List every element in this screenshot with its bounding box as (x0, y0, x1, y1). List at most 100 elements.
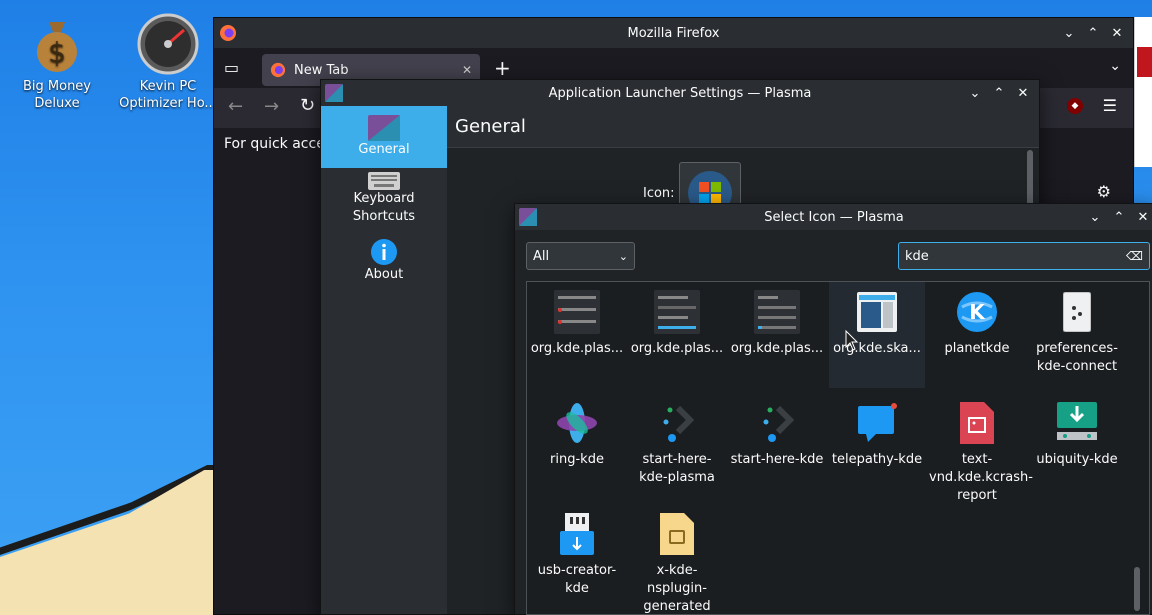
scrollbar-thumb[interactable] (1134, 567, 1140, 611)
info-icon (371, 239, 397, 265)
icon-cell[interactable]: telepathy-kde (829, 399, 925, 469)
firefox-icon (220, 25, 236, 41)
icon-cell[interactable]: preferences-kde-connect (1029, 288, 1125, 376)
list-tabs-chevron-icon[interactable]: ⌄ (1109, 58, 1121, 74)
svg-text:K: K (969, 300, 986, 324)
plugin-file-icon (653, 510, 701, 558)
kde-settings-logo-icon (519, 208, 537, 226)
background-window-edge (1134, 17, 1152, 167)
sidebar-item-label: About (364, 267, 404, 282)
mouse-cursor-icon (845, 330, 859, 351)
plasma-start-here-icon (753, 399, 801, 447)
window-title: Application Launcher Settings — Plasma (548, 85, 812, 101)
icon-grid: org.kde.plas... org.kde.plas... org.kde.… (526, 281, 1150, 615)
icon-cell[interactable]: usb-creator-kde (529, 510, 625, 598)
launcher-titlebar: Application Launcher Settings — Plasma ⌄… (321, 80, 1039, 106)
icon-cell[interactable]: org.kde.plas... (729, 288, 825, 358)
hamburger-menu-icon[interactable]: ☰ (1103, 96, 1117, 115)
scrollbar-thumb[interactable] (1027, 150, 1033, 210)
icon-cell[interactable]: K planetkde (929, 288, 1025, 358)
tab-overview-icon[interactable]: ▭ (224, 58, 239, 77)
crash-report-file-icon (953, 399, 1001, 447)
select-icon-titlebar: Select Icon — Plasma ⌄ ⌃ ✕ (515, 204, 1152, 230)
plasma-start-here-icon (653, 399, 701, 447)
window-title: Select Icon — Plasma (764, 209, 904, 225)
icon-label: planetkde (944, 341, 1010, 356)
icon-cell[interactable]: start-here-kde (729, 399, 825, 469)
icon-label: org.kde.plas... (630, 341, 724, 356)
icon-label: ubiquity-kde (1036, 452, 1118, 467)
icon-label: text-vnd.kde.kcrash-report (929, 452, 1033, 503)
icon-label: start-here-kde-plasma (639, 452, 715, 485)
desktop-icon-kevin-optimizer[interactable]: Kevin PC Optimizer Ho... (118, 12, 218, 112)
icon-cell[interactable]: x-kde-nsplugin-generated (629, 510, 725, 614)
category-select[interactable]: All ⌄ (526, 242, 635, 270)
maximize-icon[interactable]: ⌃ (991, 86, 1007, 101)
close-icon[interactable]: ✕ (1135, 210, 1151, 225)
sidebar-item-general[interactable]: General (321, 106, 447, 168)
general-settings-icon (368, 115, 400, 141)
sidebar-item-about[interactable]: About (321, 230, 447, 292)
icon-label: start-here-kde (730, 452, 824, 467)
planetkde-icon: K (953, 288, 1001, 336)
icon-label: org.kde.plas... (530, 341, 624, 356)
red-logo-fragment (1137, 47, 1152, 77)
icon-label: org.kde.ska... (833, 341, 921, 356)
close-icon[interactable]: ✕ (1015, 86, 1031, 101)
icon-label: x-kde-nsplugin-generated (643, 563, 711, 614)
maximize-icon[interactable]: ⌃ (1111, 210, 1127, 225)
keyboard-icon (368, 172, 400, 190)
icon-cell[interactable]: ring-kde (529, 399, 625, 469)
ubiquity-install-icon (1053, 399, 1101, 447)
sidebar-item-keyboard-shortcuts[interactable]: Keyboard Shortcuts (321, 168, 447, 230)
gauge-icon (136, 12, 200, 76)
icon-cell[interactable]: org.kde.plas... (529, 288, 625, 358)
forward-arrow-icon[interactable]: → (264, 96, 279, 117)
tab-label: New Tab (294, 62, 349, 78)
icon-label: org.kde.plas... (730, 341, 824, 356)
ublock-icon[interactable]: ◆ (1067, 98, 1083, 114)
close-icon[interactable]: ✕ (1109, 26, 1125, 41)
chevron-down-icon: ⌄ (618, 249, 628, 263)
icon-cell[interactable]: org.kde.plas... (629, 288, 725, 358)
gear-icon[interactable]: ⚙ (1097, 182, 1111, 201)
icon-cell[interactable]: ubiquity-kde (1029, 399, 1125, 469)
svg-text:$: $ (48, 36, 66, 69)
icon-label: telepathy-kde (831, 452, 923, 467)
sidebar-item-label: Keyboard Shortcuts (352, 191, 416, 224)
sidebar-item-label: General (358, 142, 410, 157)
chat-bubble-icon (853, 399, 901, 447)
minimize-icon[interactable]: ⌄ (1061, 26, 1077, 41)
window-title: Mozilla Firefox (627, 25, 720, 41)
back-arrow-icon[interactable]: ← (228, 96, 243, 117)
icon-label: preferences-kde-connect (1036, 341, 1118, 374)
close-tab-icon[interactable]: ✕ (462, 63, 472, 77)
desktop-icon-big-money[interactable]: $ Big Money Deluxe (7, 12, 107, 112)
kde-settings-logo-icon (325, 84, 343, 102)
money-bag-icon: $ (25, 12, 89, 76)
new-tab-plus-icon[interactable]: + (494, 56, 511, 80)
minimize-icon[interactable]: ⌄ (967, 86, 983, 101)
plasma-widget-preview-icon (753, 288, 801, 336)
icon-field-label: Icon: (643, 186, 675, 201)
search-input[interactable]: kde ⌫ (898, 242, 1150, 270)
window-screenshot-icon (853, 288, 901, 336)
category-value: All (533, 248, 550, 264)
select-icon-window: Select Icon — Plasma ⌄ ⌃ ✕ All ⌄ kde ⌫ org… (514, 203, 1152, 615)
icon-label: ring-kde (550, 452, 604, 467)
ring-kde-icon (553, 399, 601, 447)
page-title: General (447, 106, 1039, 148)
icon-cell[interactable]: text-vnd.kde.kcrash-report (929, 399, 1033, 505)
firefox-titlebar: Mozilla Firefox ⌄ ⌃ ✕ (214, 18, 1133, 48)
desktop-icon-label: Big Money Deluxe (22, 79, 91, 111)
icon-cell[interactable]: start-here-kde-plasma (629, 399, 725, 487)
newtab-content-text: For quick acce (224, 136, 325, 152)
plasma-widget-preview-icon (553, 288, 601, 336)
maximize-icon[interactable]: ⌃ (1085, 26, 1101, 41)
minimize-icon[interactable]: ⌄ (1087, 210, 1103, 225)
clear-search-icon[interactable]: ⌫ (1126, 249, 1143, 263)
search-value: kde (905, 248, 929, 264)
icon-cell-hovered[interactable]: org.kde.ska... (829, 282, 925, 388)
settings-sidebar: General Keyboard Shortcuts About (321, 106, 447, 614)
reload-icon[interactable]: ↻ (300, 95, 315, 116)
